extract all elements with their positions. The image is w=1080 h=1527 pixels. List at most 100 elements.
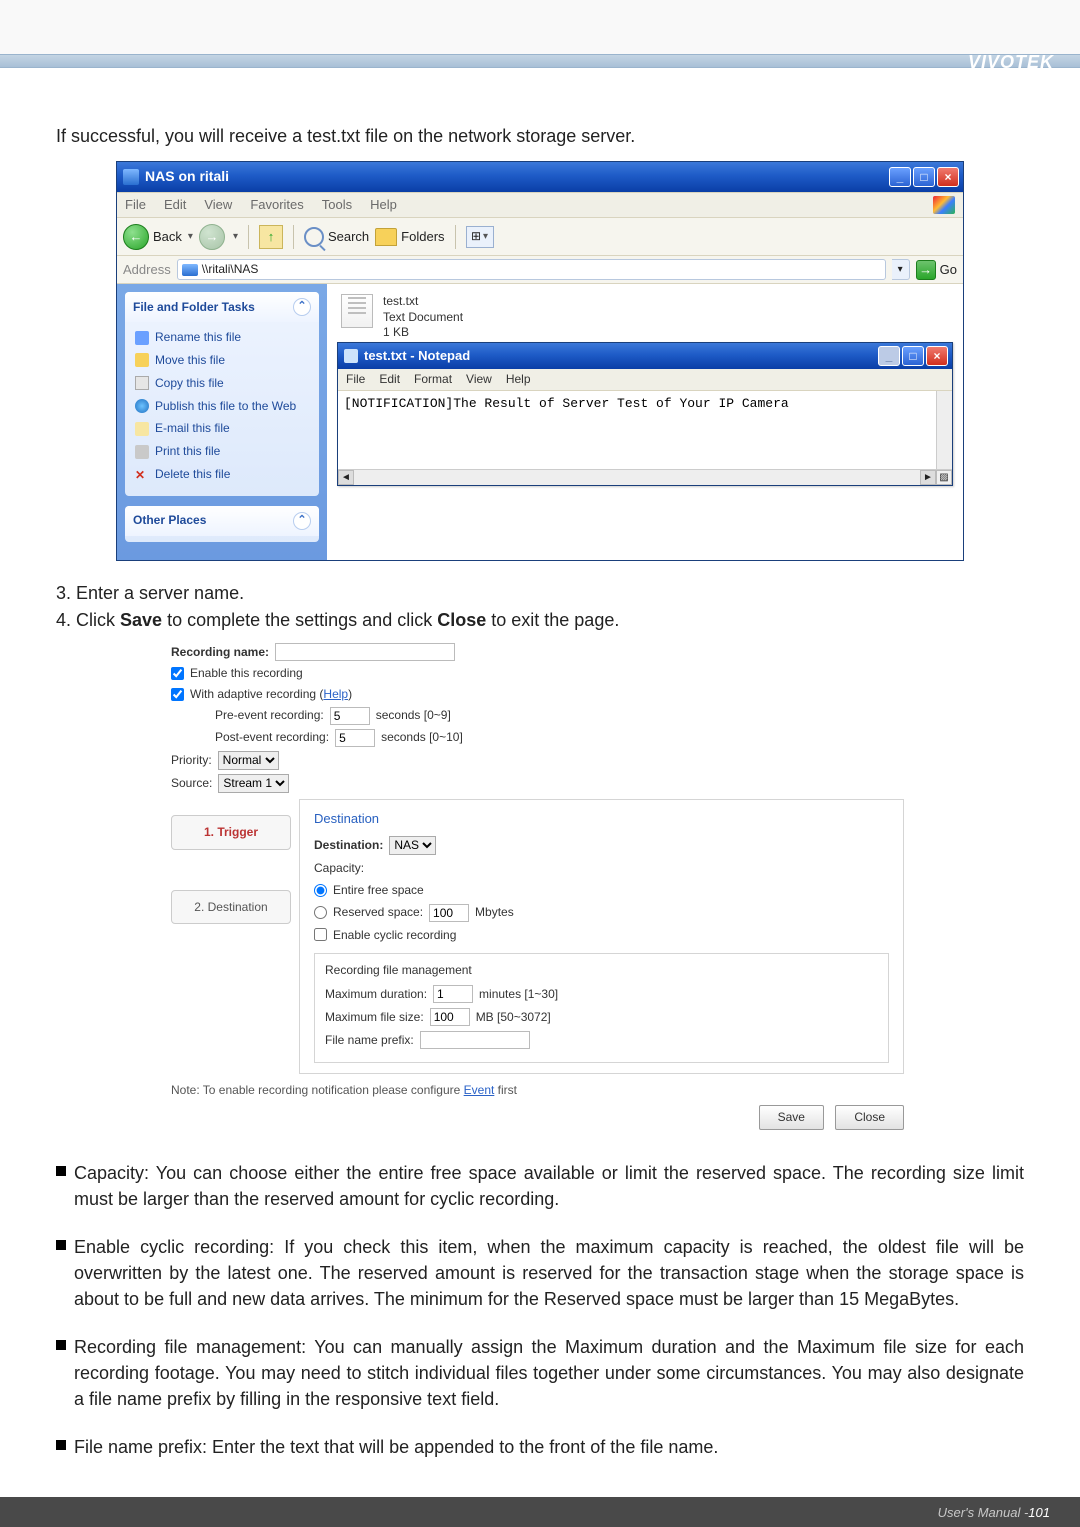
address-input[interactable]: \\ritali\NAS: [177, 259, 886, 280]
vertical-scrollbar[interactable]: [936, 391, 952, 469]
task-print[interactable]: Print this file: [155, 443, 220, 460]
destination-select[interactable]: NAS: [389, 836, 436, 855]
file-mgmt-legend: Recording file management: [325, 962, 878, 979]
help-link[interactable]: Help: [323, 687, 348, 701]
reserved-space-label: Reserved space:: [333, 904, 423, 921]
max-size-label: Maximum file size:: [325, 1009, 424, 1026]
page-number: 101: [1028, 1505, 1050, 1520]
file-item[interactable]: test.txt Text Document 1 KB: [341, 294, 949, 341]
entire-space-radio[interactable]: [314, 884, 327, 897]
menu-tools[interactable]: Tools: [322, 196, 352, 214]
recording-name-input[interactable]: [275, 643, 455, 661]
address-dropdown[interactable]: ▾: [892, 259, 910, 280]
print-icon: [135, 445, 149, 459]
bullet-rfm: Recording file management: You can manua…: [74, 1334, 1024, 1412]
post-event-unit: seconds [0~10]: [381, 729, 463, 746]
entire-space-label: Entire free space: [333, 882, 424, 899]
forward-dropdown[interactable]: ▾: [233, 230, 238, 244]
menu-favorites[interactable]: Favorites: [250, 196, 303, 214]
max-size-input[interactable]: [430, 1008, 470, 1026]
reserved-space-radio[interactable]: [314, 906, 327, 919]
bullet-icon: [56, 1340, 66, 1350]
menu-edit[interactable]: Edit: [164, 196, 186, 214]
forward-button[interactable]: →: [199, 224, 225, 250]
notepad-icon: [344, 349, 358, 363]
address-bar: Address \\ritali\NAS ▾ → Go: [117, 256, 963, 284]
np-minimize-button[interactable]: _: [878, 346, 900, 366]
search-button[interactable]: Search: [304, 227, 369, 247]
np-menu-view[interactable]: View: [466, 371, 492, 388]
folders-label: Folders: [401, 228, 444, 246]
np-maximize-button[interactable]: □: [902, 346, 924, 366]
np-menu-help[interactable]: Help: [506, 371, 531, 388]
minimize-button[interactable]: _: [889, 167, 911, 187]
explorer-sidebar: File and Folder Tasks ⌃ Rename this file…: [117, 284, 327, 560]
event-link[interactable]: Event: [464, 1083, 495, 1097]
reserved-space-input[interactable]: [429, 904, 469, 922]
move-icon: [135, 353, 149, 367]
task-delete[interactable]: Delete this file: [155, 466, 230, 483]
folders-button[interactable]: Folders: [375, 228, 444, 246]
scroll-right-button[interactable]: ►: [920, 470, 936, 485]
np-close-button[interactable]: ×: [926, 346, 948, 366]
windows-flag-icon: [933, 196, 955, 214]
horizontal-scrollbar[interactable]: ◄ ► ▨: [338, 469, 952, 485]
task-publish[interactable]: Publish this file to the Web: [155, 398, 296, 415]
brand-label: VIVOTEK: [968, 52, 1054, 73]
adaptive-checkbox[interactable]: [171, 688, 184, 701]
close-button[interactable]: ×: [937, 167, 959, 187]
go-button[interactable]: → Go: [916, 260, 957, 280]
save-button[interactable]: Save: [759, 1105, 824, 1130]
prefix-input[interactable]: [420, 1031, 530, 1049]
max-duration-input[interactable]: [433, 985, 473, 1003]
cyclic-checkbox[interactable]: [314, 928, 327, 941]
task-copy[interactable]: Copy this file: [155, 375, 224, 392]
collapse-button[interactable]: ⌃: [293, 298, 311, 316]
reserved-space-unit: Mbytes: [475, 904, 514, 921]
enable-recording-checkbox[interactable]: [171, 667, 184, 680]
menu-file[interactable]: File: [125, 196, 146, 214]
explorer-toolbar: ← Back ▾ → ▾ ↑ Search Folders ⊞▾: [117, 218, 963, 256]
step-3: 3. Enter a server name.: [56, 581, 1024, 606]
task-move[interactable]: Move this file: [155, 352, 225, 369]
close-button[interactable]: Close: [835, 1105, 904, 1130]
priority-select[interactable]: Normal: [218, 751, 279, 770]
up-button[interactable]: ↑: [259, 225, 283, 249]
np-menu-edit[interactable]: Edit: [379, 371, 400, 388]
file-size: 1 KB: [383, 325, 463, 341]
np-menu-file[interactable]: File: [346, 371, 365, 388]
source-select[interactable]: Stream 1: [218, 774, 289, 793]
bullet-capacity: Capacity: You can choose either the enti…: [74, 1160, 1024, 1212]
cyclic-label: Enable cyclic recording: [333, 927, 456, 944]
post-event-input[interactable]: [335, 729, 375, 747]
recording-name-label: Recording name:: [171, 644, 269, 661]
menu-help[interactable]: Help: [370, 196, 397, 214]
np-menu-format[interactable]: Format: [414, 371, 452, 388]
bullet-icon: [56, 1166, 66, 1176]
pre-event-input[interactable]: [330, 707, 370, 725]
maximize-button[interactable]: □: [913, 167, 935, 187]
scroll-left-button[interactable]: ◄: [338, 470, 354, 485]
go-arrow-icon: →: [916, 260, 936, 280]
task-email[interactable]: E-mail this file: [155, 420, 230, 437]
back-button[interactable]: ← Back ▾: [123, 224, 193, 250]
file-type: Text Document: [383, 310, 463, 326]
task-rename[interactable]: Rename this file: [155, 329, 241, 346]
collapse-button[interactable]: ⌃: [293, 512, 311, 530]
bullet-icon: [56, 1440, 66, 1450]
folder-icon: [123, 169, 139, 185]
notepad-title: test.txt - Notepad: [364, 347, 470, 365]
step-4: 4. Click Save to complete the settings a…: [56, 608, 1024, 633]
bullet-icon: [56, 1240, 66, 1250]
notepad-titlebar[interactable]: test.txt - Notepad _ □ ×: [338, 343, 952, 369]
destination-tab[interactable]: 2. Destination: [171, 890, 291, 925]
views-button[interactable]: ⊞▾: [466, 226, 494, 248]
notepad-content: [NOTIFICATION]The Result of Server Test …: [344, 396, 789, 411]
other-places-title: Other Places: [133, 512, 206, 529]
rename-icon: [135, 331, 149, 345]
trigger-tab[interactable]: 1. Trigger: [171, 815, 291, 850]
notepad-textarea[interactable]: [NOTIFICATION]The Result of Server Test …: [338, 391, 952, 469]
pre-event-unit: seconds [0~9]: [376, 707, 451, 724]
explorer-titlebar[interactable]: NAS on ritali _ □ ×: [117, 162, 963, 192]
menu-view[interactable]: View: [204, 196, 232, 214]
